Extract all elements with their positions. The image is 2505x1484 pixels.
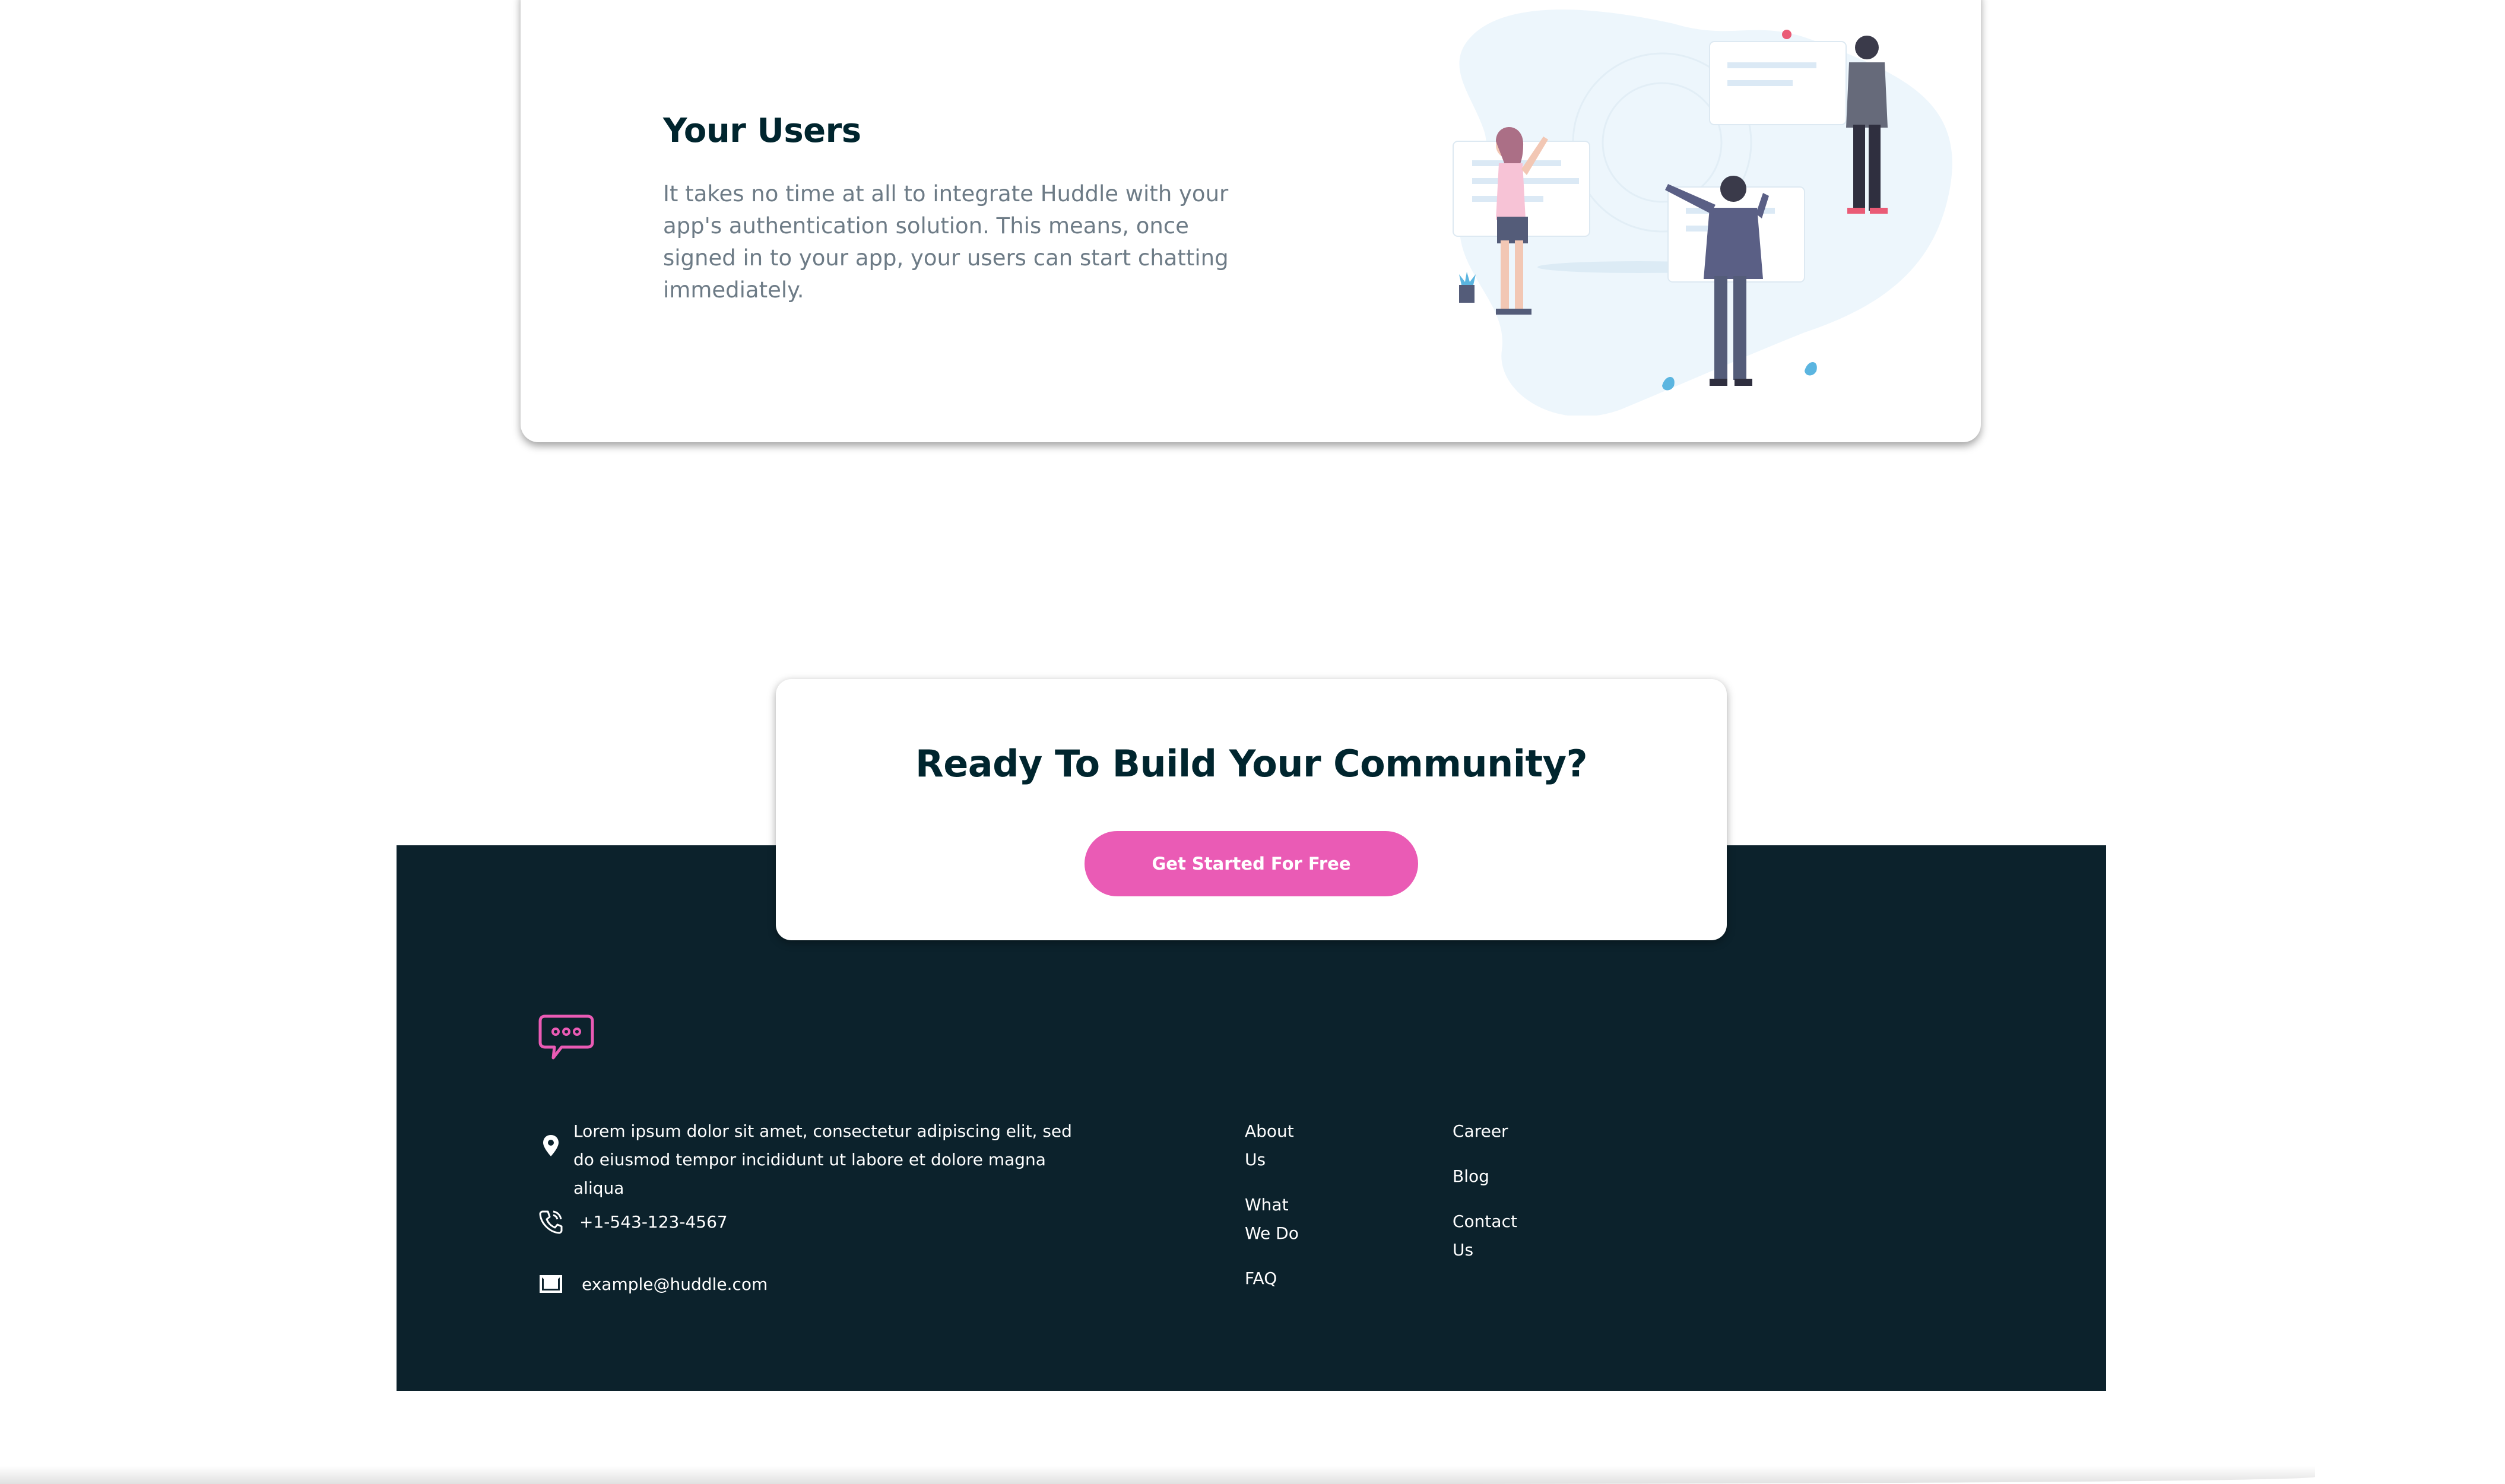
cta-title: Ready To Build Your Community? — [915, 742, 1588, 785]
phone-text[interactable]: +1-543-123-4567 — [579, 1208, 728, 1236]
footer-phone: +1-543-123-4567 — [538, 1208, 728, 1236]
footer-link-blog[interactable]: Blog — [1453, 1162, 1530, 1191]
get-started-button[interactable]: Get Started For Free — [1085, 831, 1418, 896]
email-text[interactable]: example@huddle.com — [582, 1270, 768, 1299]
footer-link-what-we-do[interactable]: What We Do — [1245, 1191, 1316, 1248]
footer-link-contact-us[interactable]: Contact Us — [1453, 1207, 1530, 1264]
footer-links-column-2: Career Blog Contact Us — [1453, 1117, 1530, 1281]
address-text: Lorem ipsum dolor sit amet, consectetur … — [573, 1121, 1072, 1198]
users-illustration — [1453, 9, 1952, 416]
bottom-shadow — [0, 1466, 2315, 1484]
feature-title: Your Users — [663, 112, 861, 150]
mail-icon — [540, 1275, 562, 1293]
chat-bubble-icon[interactable] — [538, 1014, 595, 1063]
feature-description: It takes no time at all to integrate Hud… — [663, 181, 1229, 303]
footer-link-career[interactable]: Career — [1453, 1117, 1530, 1146]
footer-link-about-us[interactable]: About Us — [1245, 1117, 1316, 1174]
footer-link-faq[interactable]: FAQ — [1245, 1264, 1316, 1293]
footer-email: example@huddle.com — [538, 1270, 768, 1299]
footer-links-column-1: About Us What We Do FAQ — [1245, 1117, 1316, 1309]
phone-icon — [539, 1210, 563, 1234]
location-pin-icon — [543, 1135, 559, 1156]
cta-card: Ready To Build Your Community? Get Start… — [776, 679, 1727, 940]
footer-address: Lorem ipsum dolor sit amet, consectetur … — [538, 1117, 1084, 1203]
